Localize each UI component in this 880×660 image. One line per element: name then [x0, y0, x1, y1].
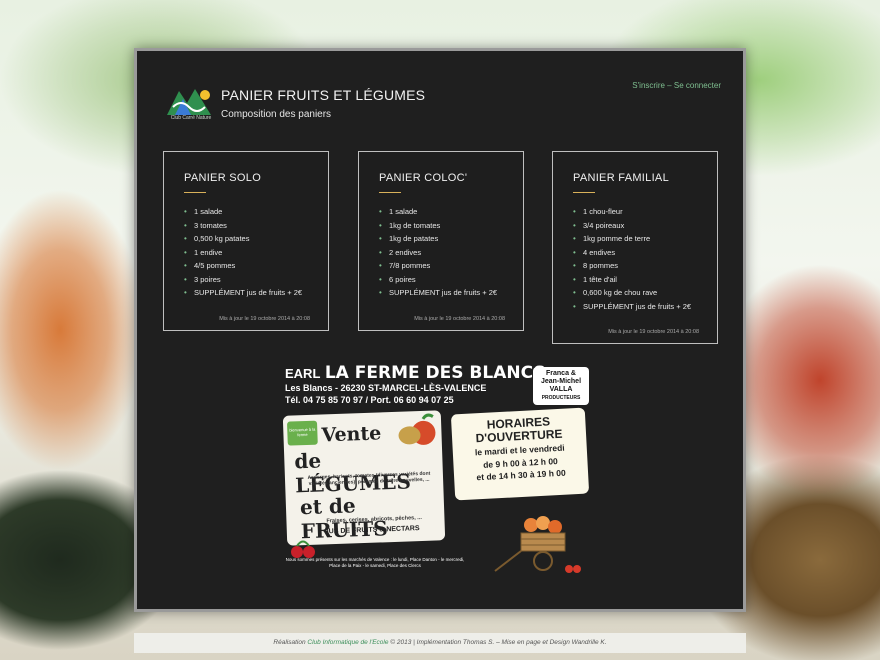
auth-separator: –	[664, 81, 674, 90]
card-panier-familial: PANIER FAMILIAL 1 chou-fleur 3/4 poireau…	[552, 151, 718, 344]
list-item: SUPPLÉMENT jus de fruits + 2€	[573, 300, 699, 314]
page-subtitle: Composition des paniers	[221, 109, 332, 120]
item-list: 1 salade 1kg de tomates 1kg de patates 2…	[379, 205, 505, 300]
title-rule	[379, 192, 401, 193]
list-item: 1 salade	[379, 205, 505, 219]
list-item: 3/4 poireaux	[573, 219, 699, 233]
title-rule	[573, 192, 595, 193]
producers-line: VALLA	[549, 386, 573, 393]
fruit-cart-icon	[494, 516, 581, 573]
main-panel: Club Carré Nature PANIER FRUITS ET LÉGUM…	[134, 48, 746, 612]
card-panier-coloc: PANIER COLOC' 1 salade 1kg de tomates 1k…	[358, 151, 524, 331]
flyer-phone: Tél. 04 75 85 70 97 / Port. 06 60 94 07 …	[285, 395, 454, 405]
card-title: PANIER SOLO	[184, 172, 262, 184]
page-title: PANIER FRUITS ET LÉGUMES	[221, 87, 426, 103]
list-item: 1 salade	[184, 205, 310, 219]
list-item: 6 poires	[379, 273, 505, 287]
card-title: PANIER COLOC'	[379, 172, 468, 184]
producers-line: Franca &	[546, 370, 576, 377]
list-item: 1kg de tomates	[379, 219, 505, 233]
list-item: 2 endives	[379, 246, 505, 260]
list-item: SUPPLÉMENT jus de fruits + 2€	[379, 286, 505, 300]
flyer-vente-block: bienvenue à la ferme Vente de LÉGUMES As…	[282, 410, 446, 546]
list-item: 3 poires	[184, 273, 310, 287]
logo-caption: Club Carré Nature	[170, 115, 212, 121]
list-item: 1 tête d'ail	[573, 273, 699, 287]
producers-line: PRODUCTEURS	[541, 395, 581, 401]
flyer-address: Les Blancs - 26230 ST-MARCEL-LÈS-VALENCE	[285, 383, 487, 393]
auth-links: S'inscrire – Se connecter	[632, 81, 721, 90]
list-item: SUPPLÉMENT jus de fruits + 2€	[184, 286, 310, 300]
producers-line: Jean-Michel	[540, 378, 582, 385]
card-title: PANIER FAMILIAL	[573, 172, 669, 184]
updated-note: Mis à jour le 19 octobre 2014 à 20:08	[608, 329, 699, 335]
title-rule	[184, 192, 206, 193]
flyer-earl: EARL	[285, 366, 321, 381]
flyer-heading: EARL LA FERME DES BLANCS	[285, 363, 546, 383]
bienvenue-ferme-badge: bienvenue à la ferme	[286, 420, 318, 446]
list-item: 0,600 kg de chou rave	[573, 286, 699, 300]
item-list: 1 salade 3 tomates 0,500 kg patates 1 en…	[184, 205, 310, 300]
flyer-farm-name: LA FERME DES BLANCS	[324, 363, 546, 383]
item-list: 1 chou-fleur 3/4 poireaux 1kg pomme de t…	[573, 205, 699, 313]
list-item: 4/5 pommes	[184, 259, 310, 273]
list-item: 0,500 kg patates	[184, 232, 310, 246]
updated-note: Mis à jour le 19 octobre 2014 à 20:08	[219, 315, 310, 322]
footer-credits: © 2013 | Implémentation Thomas S. – Mise…	[388, 639, 607, 646]
card-panier-solo: PANIER SOLO 1 salade 3 tomates 0,500 kg …	[163, 151, 329, 331]
cherries-icon	[291, 540, 315, 558]
farm-flyer: EARL LA FERME DES BLANCS Les Blancs - 26…	[282, 361, 593, 581]
list-item: 1 endive	[184, 246, 310, 260]
signup-link[interactable]: S'inscrire	[632, 81, 665, 90]
footer-club-link[interactable]: Club Informatique de l'Ecole	[307, 639, 388, 646]
list-item: 8 pommes	[573, 259, 699, 273]
list-item: 1kg pomme de terre	[573, 232, 699, 246]
list-item: 1 chou-fleur	[573, 205, 699, 219]
flyer-markets: Nous sommes présents sur les marchés de …	[285, 557, 465, 568]
login-link[interactable]: Se connecter	[674, 81, 721, 90]
vente-label: Vente	[321, 422, 382, 447]
list-item: 4 endives	[573, 246, 699, 260]
flyer-producers: Franca & Jean-Michel VALLA PRODUCTEURS	[533, 367, 589, 405]
flyer-horaires: HORAIRES D'OUVERTURE le mardi et le vend…	[450, 407, 590, 501]
list-item: 7/8 pommes	[379, 259, 505, 273]
footer-prefix: Réalisation	[273, 639, 308, 646]
list-item: 3 tomates	[184, 219, 310, 233]
vegetable-icon	[398, 413, 436, 445]
updated-note: Mis à jour le 19 octobre 2014 à 20:08	[414, 315, 505, 322]
list-item: 1kg de patates	[379, 232, 505, 246]
page-footer: Réalisation Club Informatique de l'Ecole…	[134, 633, 746, 653]
